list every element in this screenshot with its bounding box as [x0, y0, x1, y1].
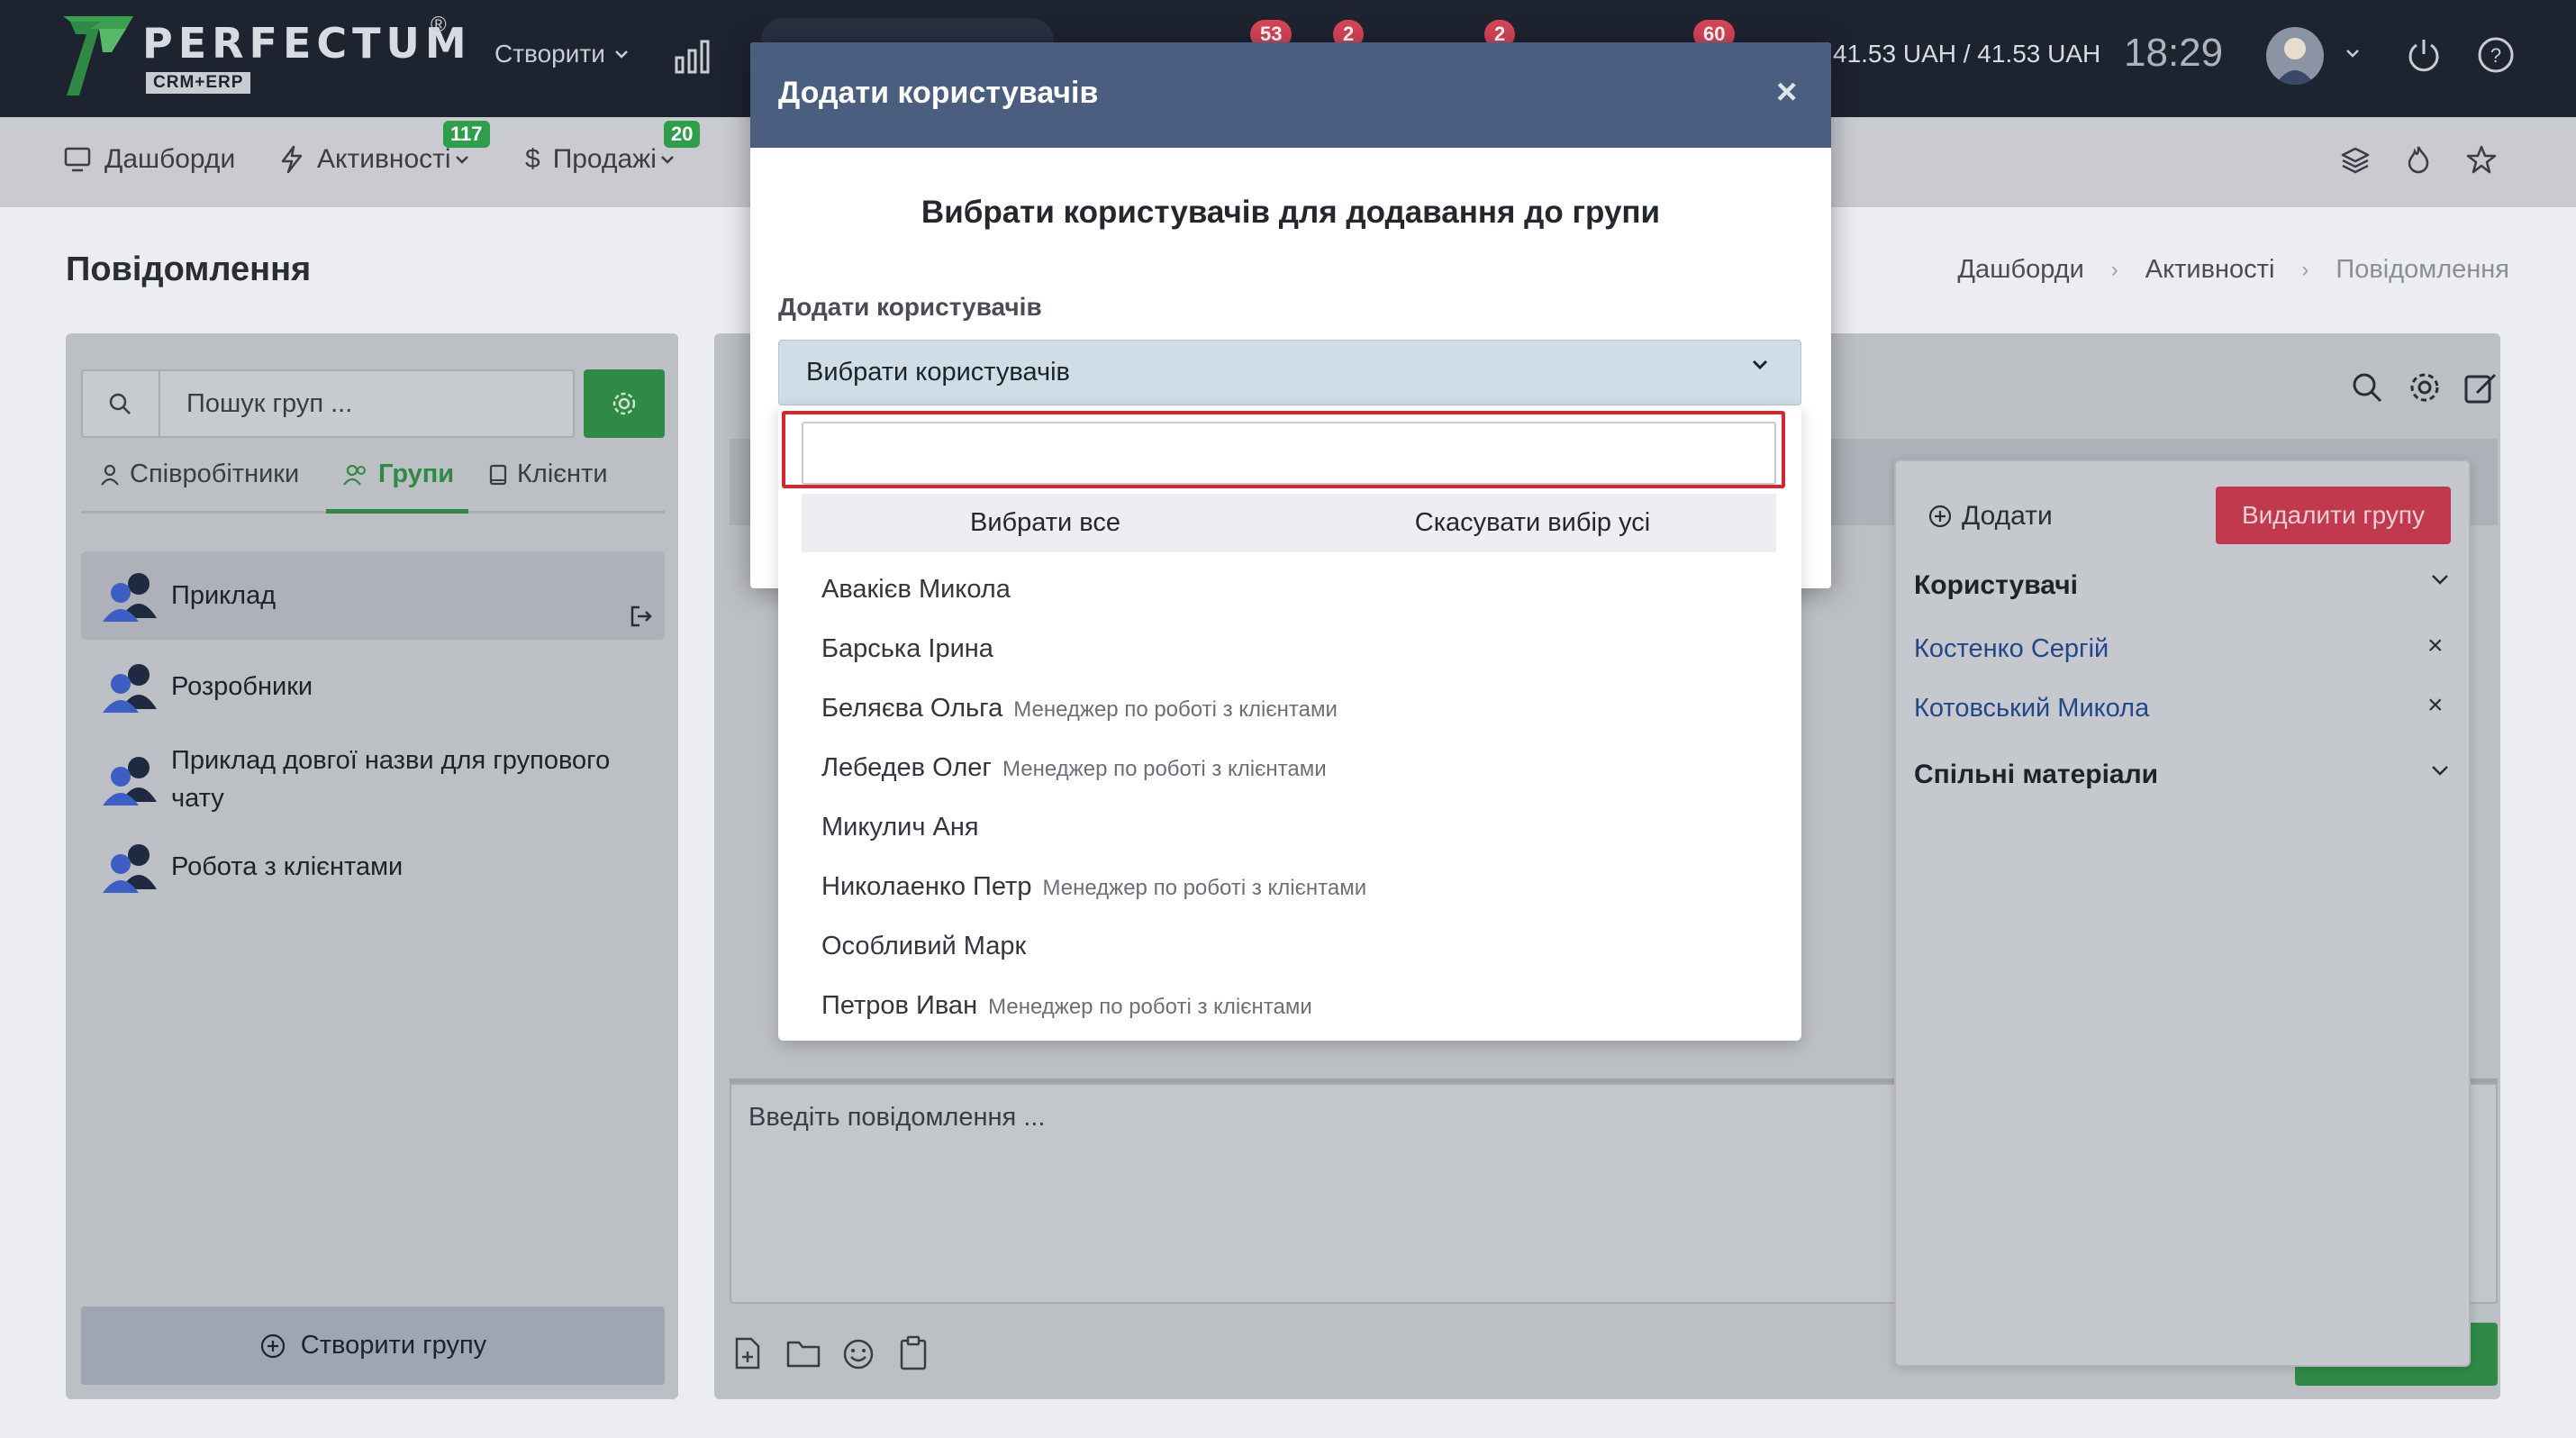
dropdown-actions: Вибрати все Скасувати вибір усі [802, 494, 1776, 552]
user-option[interactable]: Беляєва Ольга Менеджер по роботі з клієнт… [821, 694, 1338, 724]
user-option[interactable]: Петров Иван Менеджер по роботі з клієнтам… [821, 991, 1312, 1021]
add-users-field-label: Додати користувачів [778, 293, 1042, 321]
user-option[interactable]: Авакієв Микола [821, 575, 1011, 605]
user-option-name: Авакієв Микола [821, 575, 1011, 604]
user-option-name: Барська Ірина [821, 634, 993, 663]
chevron-down-icon[interactable] [1751, 359, 1769, 371]
user-option-name: Беляєва Ольга [821, 694, 1003, 723]
deselect-all-button[interactable]: Скасувати вибір усі [1289, 494, 1776, 552]
user-option[interactable]: Николаенко Петр Менеджер по роботі з кліє… [821, 872, 1366, 902]
user-option-role: Менеджер по роботі з клієнтами [1013, 697, 1338, 722]
user-option[interactable]: Микулич Аня [821, 813, 979, 842]
user-option-name: Особливий Марк [821, 932, 1027, 960]
user-option[interactable]: Барська Ірина [821, 634, 993, 664]
select-all-button[interactable]: Вибрати все [802, 494, 1289, 552]
user-option-name: Петров Иван [821, 991, 978, 1020]
modal-title: Додати користувачів [778, 76, 1099, 110]
user-option-name: Лебедев Олег [821, 753, 992, 782]
user-option-role: Менеджер по роботі з клієнтами [1042, 876, 1367, 900]
highlight-box [782, 411, 1785, 488]
user-option[interactable]: Особливий Марк [821, 932, 1026, 961]
user-option[interactable]: Лебедев Олег Менеджер по роботі з клієнта… [821, 753, 1327, 783]
close-icon[interactable]: × [1776, 72, 1797, 113]
user-option-role: Менеджер по роботі з клієнтами [988, 995, 1312, 1019]
users-select-value: Вибрати користувачів [806, 358, 1070, 387]
user-option-name: Микулич Аня [821, 813, 979, 842]
modal-subtitle: Вибрати користувачів для додавання до гр… [921, 195, 1661, 230]
user-option-role: Менеджер по роботі з клієнтами [1002, 757, 1327, 781]
user-option-name: Николаенко Петр [821, 872, 1032, 901]
